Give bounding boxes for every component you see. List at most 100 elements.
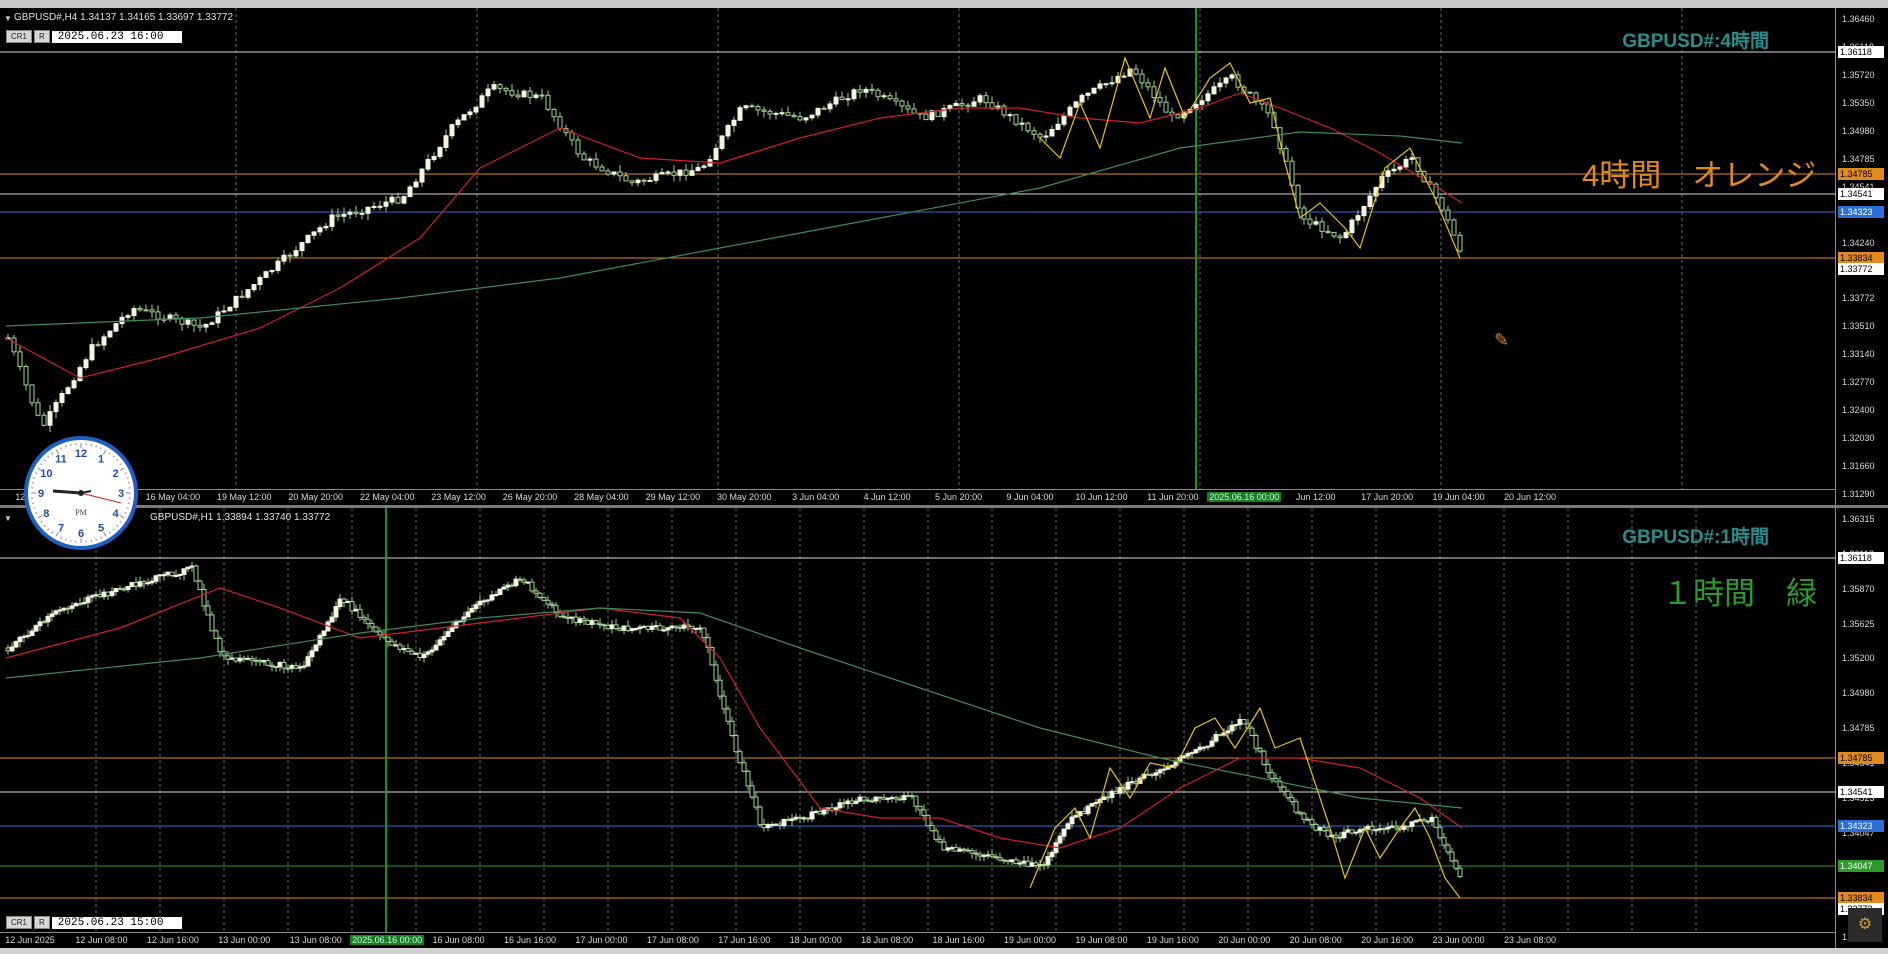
time-tick-label: 29 May 12:00 — [645, 492, 701, 502]
candle-body — [901, 795, 907, 801]
h1-chart-canvas[interactable] — [0, 508, 1836, 948]
candle-body — [1045, 856, 1051, 866]
candle-body — [725, 124, 731, 137]
candle-body — [1409, 157, 1415, 160]
candle-body — [197, 580, 203, 591]
candle-body — [881, 95, 887, 98]
plot-area-h1[interactable]: ▼ GBPUSD#,H1 1.33894 1.33740 1.33772 CR1… — [0, 508, 1836, 948]
candle-body — [1105, 796, 1111, 799]
candle-body — [479, 95, 485, 108]
chart-menu-icon[interactable]: ▼ — [4, 514, 12, 523]
candle-body — [673, 625, 679, 628]
candle-body — [141, 581, 147, 585]
candle-body — [659, 172, 665, 175]
time-tick-label: 18 Jun 16:00 — [932, 935, 985, 945]
candle-body — [853, 800, 859, 804]
candle-body — [1241, 718, 1247, 725]
candle-body — [461, 114, 467, 121]
candle-body — [407, 186, 413, 198]
candle-body — [377, 631, 383, 636]
chart-pane-h1[interactable]: ▼ GBPUSD#,H1 1.33894 1.33740 1.33772 CR1… — [0, 508, 1888, 948]
clock-tick — [43, 524, 46, 527]
candle-body — [997, 857, 1003, 861]
candle-body — [733, 735, 739, 753]
candle-body — [53, 610, 59, 615]
candle-body — [1249, 727, 1255, 737]
chart-menu-icon[interactable]: ▼ — [4, 14, 12, 23]
candle-body — [455, 119, 461, 126]
candle-body — [253, 659, 259, 662]
candle-body — [949, 847, 955, 850]
candle-body — [1061, 115, 1067, 125]
candle-body — [881, 797, 887, 800]
candle-body — [49, 613, 55, 617]
candle-body — [1079, 94, 1085, 103]
candle-body — [695, 166, 701, 172]
candle-body — [153, 575, 159, 582]
candle-body — [273, 666, 279, 669]
candle-body — [1413, 820, 1419, 823]
cursor-datetime-stamp: CR1 R 2025.06.23 16:00 — [6, 30, 182, 43]
clock-tick — [33, 477, 36, 479]
time-tick-label: 12 Jun 2025 — [5, 935, 55, 945]
candle-body — [647, 179, 653, 182]
time-tick-label: 19 Jun 08:00 — [1075, 935, 1128, 945]
cr1-button[interactable]: CR1 — [6, 916, 33, 929]
clock-tick — [65, 538, 67, 541]
candle-body — [269, 269, 275, 273]
time-tick-label: 18 Jun 00:00 — [789, 935, 842, 945]
clock-number: 11 — [55, 453, 67, 465]
candle-body — [1145, 82, 1151, 88]
clock-tick — [40, 520, 43, 523]
plot-area-h4[interactable]: ▼ GBPUSD#,H4 1.34137 1.34165 1.33697 1.3… — [0, 8, 1836, 505]
time-tick-label: 12 Jun 16:00 — [146, 935, 199, 945]
candle-body — [1007, 114, 1013, 117]
time-tick-label: 17 Jun 00:00 — [575, 935, 628, 945]
price-tick-label: 1.36315 — [1842, 514, 1875, 524]
drawing-tool-icon[interactable]: ✎ — [1494, 330, 1509, 351]
clock-tick — [95, 538, 97, 541]
candle-body — [1349, 829, 1355, 834]
r-button[interactable]: R — [34, 916, 50, 929]
candle-body — [1217, 82, 1223, 88]
candle-body — [173, 574, 179, 577]
candle-body — [189, 565, 195, 568]
candle-body — [209, 322, 215, 325]
price-scale-h4[interactable]: 1.36460 1.36118 1.35720 1.35350 1.34980 1.347… — [1836, 8, 1888, 505]
clock-tick — [40, 463, 43, 466]
candle-body — [839, 96, 845, 101]
chart-pane-h4[interactable]: ▼ GBPUSD#,H4 1.34137 1.34165 1.33697 1.3… — [0, 8, 1888, 505]
candle-body — [1017, 862, 1023, 865]
candle-body — [677, 169, 683, 176]
candle-body — [755, 106, 761, 111]
price-scale-h1[interactable]: 1.36315 1.36118 1.35870 1.35625 1.35200 1.349… — [1836, 508, 1888, 948]
h4-chart-canvas[interactable] — [0, 8, 1836, 505]
candle-body — [437, 639, 443, 646]
candle-body — [389, 196, 395, 203]
candle-body — [717, 679, 723, 697]
candle-body — [481, 600, 487, 603]
candle-body — [767, 110, 773, 115]
clock-tick — [37, 515, 43, 519]
r-button[interactable]: R — [34, 30, 50, 43]
candle-body — [215, 311, 221, 324]
candle-body — [77, 603, 83, 606]
price-tick-label: 1.35200 — [1842, 653, 1875, 664]
candle-body — [781, 819, 787, 827]
candle-body — [143, 309, 149, 312]
clock-number: 12 — [75, 448, 87, 460]
candle-body — [503, 87, 509, 92]
candle-body — [497, 84, 503, 89]
candle-body — [1103, 83, 1109, 86]
candle-body — [725, 708, 731, 722]
candle-body — [729, 720, 735, 737]
candle-body — [1357, 829, 1363, 833]
candle-body — [757, 806, 763, 826]
candle-body — [311, 231, 317, 236]
price-tag: 1.34541 — [1838, 786, 1884, 798]
candle-body — [17, 351, 23, 367]
cr1-button[interactable]: CR1 — [6, 30, 33, 43]
candle-body — [773, 112, 779, 115]
candle-body — [469, 608, 475, 613]
clock-tick — [126, 477, 129, 479]
